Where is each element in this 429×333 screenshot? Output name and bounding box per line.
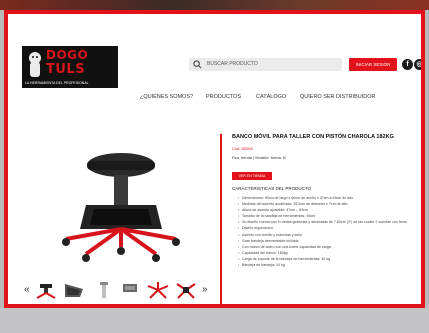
product-code: Cod. 80265 xyxy=(232,146,253,151)
nav-item-about[interactable]: ¿QUIÉNES SOMOS? xyxy=(140,94,193,100)
thumbnail-stool-seat[interactable] xyxy=(174,280,198,300)
features-list: Dimensiones: 50cm de largo x 60cm de anc… xyxy=(238,195,418,268)
product-meta: Pza. tienda | Modelo: forma. B xyxy=(232,155,286,160)
facebook-glyph: f xyxy=(406,61,409,68)
next-arrow-icon[interactable]: » xyxy=(202,284,208,295)
search-icon[interactable] xyxy=(193,60,202,69)
section-divider xyxy=(220,134,222,304)
feature-item: Bandeja de bandeja: 10 kg xyxy=(238,262,418,268)
browser-frame: DOGO TULS LA HERRAMIENTA DEL PROFESIONAL… xyxy=(4,10,425,308)
thumbnail-stool-piston[interactable] xyxy=(92,280,116,300)
nav-item-distributor[interactable]: QUIERO SER DISTRIBUIDOR xyxy=(300,94,375,100)
product-title: BANCO MÓVIL PARA TALLER CON PISTÓN CHARO… xyxy=(232,134,394,140)
instagram-icon[interactable]: ◎ xyxy=(414,59,423,70)
prev-arrow-icon[interactable]: « xyxy=(24,284,30,295)
dog-logo-icon xyxy=(29,52,41,77)
product-main-image[interactable] xyxy=(46,139,196,269)
thumbnail-stool-wheels[interactable] xyxy=(146,280,170,300)
nav-item-catalog[interactable]: CATÁLOGO xyxy=(256,94,286,100)
thumbnail-stool-front[interactable] xyxy=(34,280,58,300)
nav-item-products[interactable]: PRODUCTOS xyxy=(206,94,241,100)
thumbnail-stool-tray[interactable] xyxy=(62,280,86,300)
logo-tagline: LA HERRAMIENTA DEL PROFESIONAL xyxy=(25,81,89,85)
logo[interactable]: DOGO TULS LA HERRAMIENTA DEL PROFESIONAL xyxy=(22,46,118,88)
logo-word-1: DOGO xyxy=(46,48,89,62)
thumbnail-gallery: « » xyxy=(24,278,229,302)
search-input[interactable]: BUSCAR PRODUCTO xyxy=(189,58,342,71)
instagram-glyph: ◎ xyxy=(416,61,423,68)
view-in-store-button[interactable]: VER EN TIENDA xyxy=(232,172,272,180)
site-header: DOGO TULS LA HERRAMIENTA DEL PROFESIONAL… xyxy=(8,14,421,100)
thumbnail-stool-base[interactable] xyxy=(119,280,143,300)
facebook-icon[interactable]: f xyxy=(402,59,413,70)
features-heading: CARACTERISTICAS DEL PRODUCTO xyxy=(232,186,312,191)
login-button[interactable]: INICIAR SESIÓN xyxy=(349,58,397,71)
search-placeholder: BUSCAR PRODUCTO xyxy=(207,61,258,67)
page-bottom-band xyxy=(0,308,429,333)
logo-word-2: TULS xyxy=(46,62,86,77)
background-image-strip xyxy=(0,0,429,10)
